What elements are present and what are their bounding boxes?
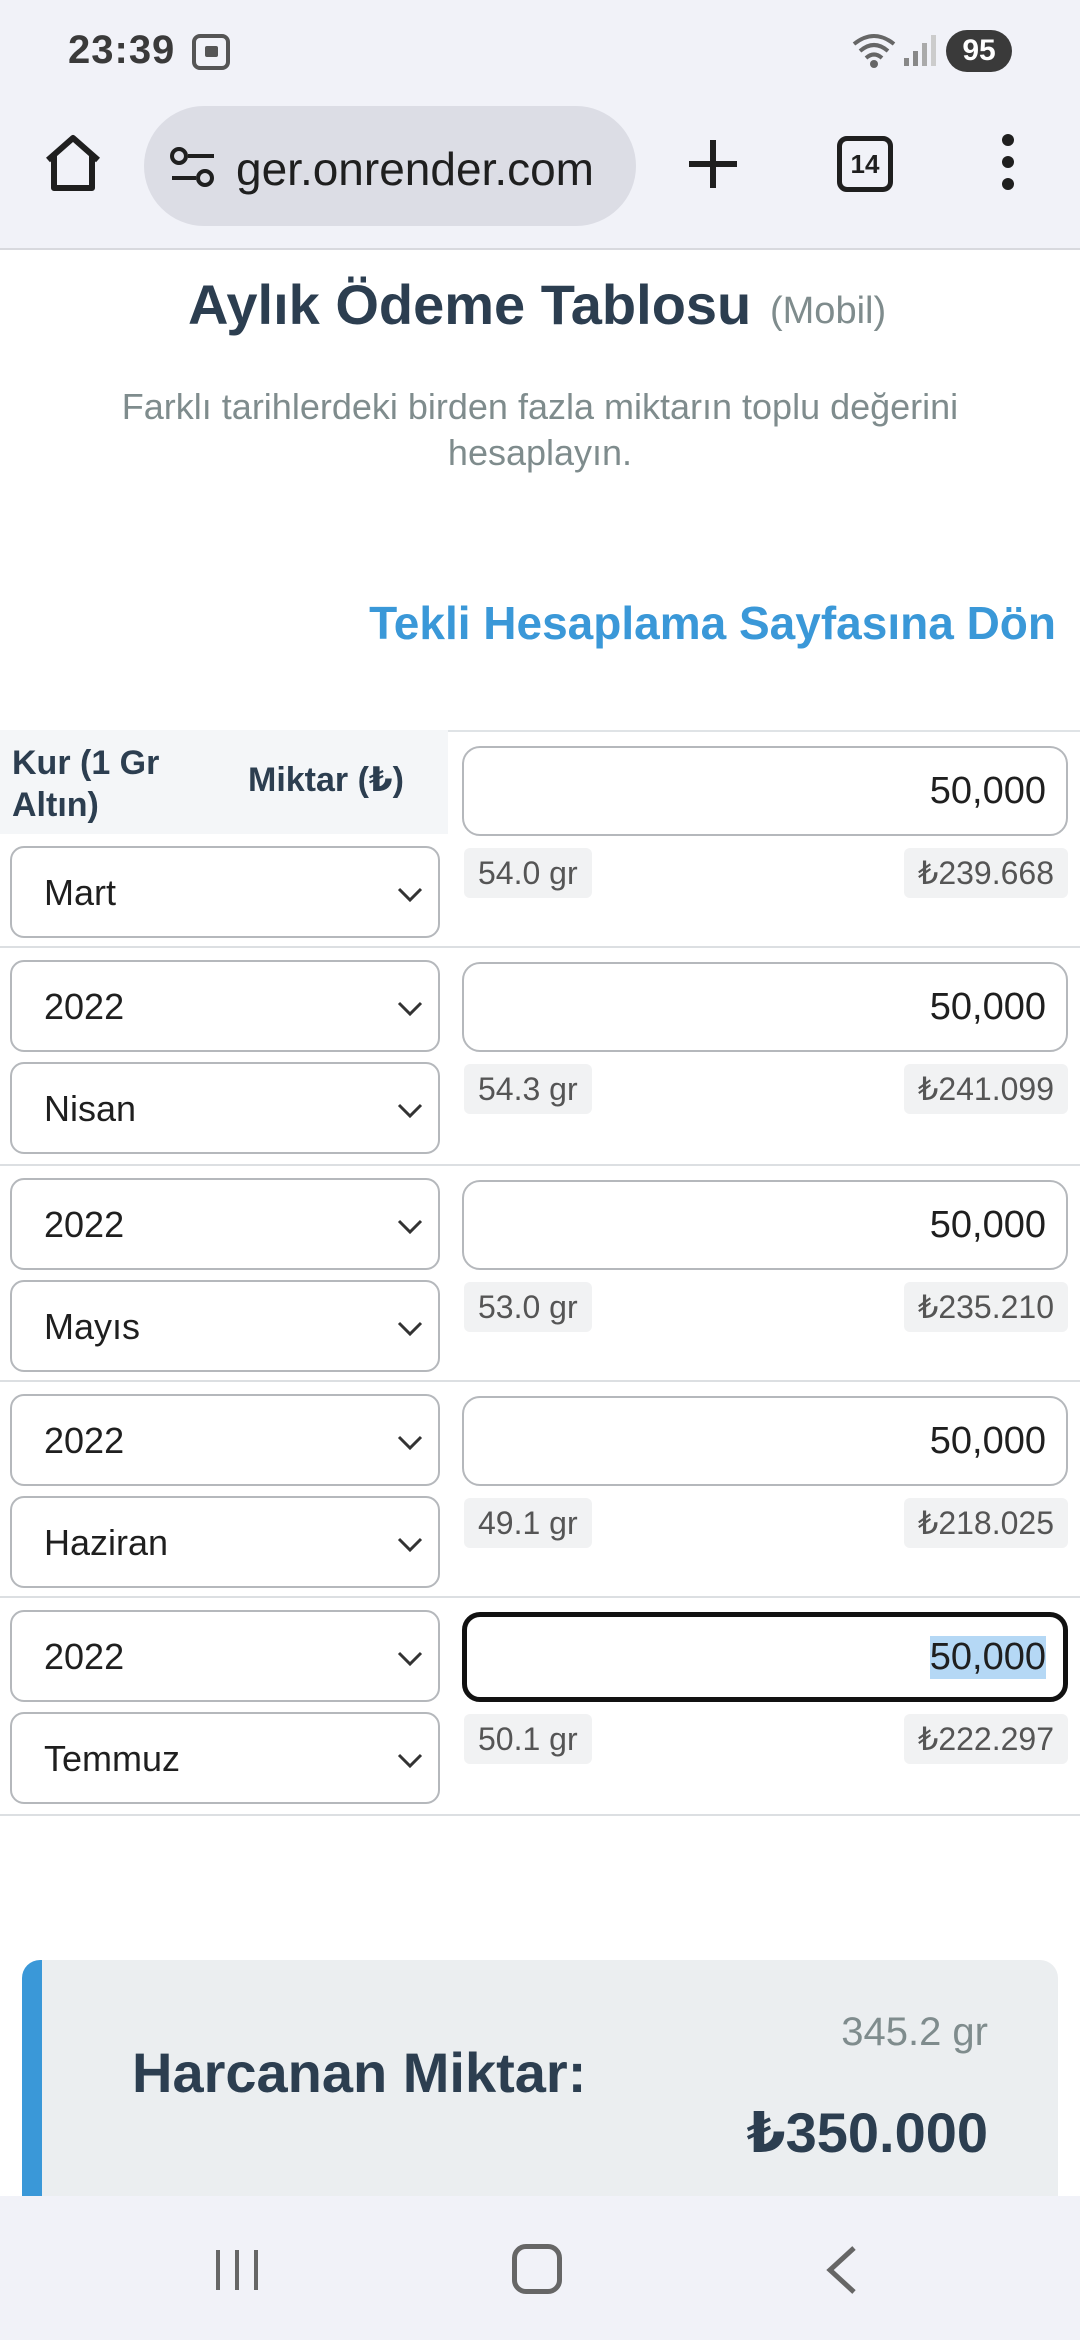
amount-input-focused[interactable]: 50,000 (462, 1612, 1068, 1702)
chevron-down-icon (397, 1651, 423, 1667)
grams-tag: 54.0 gr (464, 848, 592, 898)
table-row: Mart 50,000 54.0 gr ₺239.668 (0, 746, 1080, 948)
summary-total: ₺350.000 (746, 2101, 988, 2164)
signal-icon (904, 35, 936, 66)
header-rate: Kur (1 Gr Altın) (12, 744, 160, 824)
amount-input[interactable]: 50,000 (462, 962, 1068, 1052)
address-bar[interactable]: ger.onrender.com (144, 106, 636, 226)
navigation-bar (0, 2196, 1080, 2340)
screenshot-icon (192, 34, 230, 70)
amount-input[interactable]: 50,000 (462, 746, 1068, 836)
back-icon[interactable] (822, 2244, 862, 2296)
month-select[interactable]: Temmuz (10, 1712, 440, 1804)
new-tab-icon[interactable] (685, 136, 741, 192)
chevron-down-icon (397, 1753, 423, 1769)
chevron-down-icon (397, 1321, 423, 1337)
status-time: 23:39 (68, 28, 176, 72)
chevron-down-icon (397, 1001, 423, 1017)
value-tag: ₺241.099 (903, 1064, 1068, 1114)
grams-tag: 54.3 gr (464, 1064, 592, 1114)
recent-apps-icon[interactable] (212, 2246, 262, 2294)
chevron-down-icon (397, 887, 423, 903)
more-menu-icon[interactable] (990, 134, 1026, 196)
year-select[interactable]: 2022 (10, 1394, 440, 1486)
month-select[interactable]: Haziran (10, 1496, 440, 1588)
chevron-down-icon (397, 1537, 423, 1553)
page-title-badge: (Mobil) (770, 290, 887, 332)
url-text: ger.onrender.com (236, 143, 595, 195)
grams-tag: 50.1 gr (464, 1714, 592, 1764)
table-header: Kur (1 Gr Altın) Miktar (₺) (0, 730, 448, 834)
tab-switcher-button[interactable]: 14 (837, 136, 893, 192)
chevron-down-icon (397, 1435, 423, 1451)
month-select[interactable]: Mayıs (10, 1280, 440, 1372)
year-select[interactable]: 2022 (10, 1178, 440, 1270)
year-select[interactable]: 2022 (10, 960, 440, 1052)
month-select[interactable]: Nisan (10, 1062, 440, 1154)
table-row: 2022 Temmuz 50,000 50.1 gr ₺222.297 (0, 1598, 1080, 1816)
grams-tag: 49.1 gr (464, 1498, 592, 1548)
table-row: 2022 Haziran 50,000 49.1 gr ₺218.025 (0, 1382, 1080, 1598)
summary-label: Harcanan Miktar: (132, 2041, 587, 2104)
value-tag: ₺235.210 (903, 1282, 1068, 1332)
value-tag: ₺222.297 (903, 1714, 1068, 1764)
table-row: 2022 Mayıs 50,000 53.0 gr ₺235.210 (0, 1166, 1080, 1382)
page-description: Farklı tarihlerdeki birden fazla miktarı… (121, 386, 959, 473)
grams-tag: 53.0 gr (464, 1282, 592, 1332)
month-select[interactable]: Mart (10, 846, 440, 938)
amount-input[interactable]: 50,000 (462, 1396, 1068, 1486)
wifi-icon (852, 34, 896, 68)
table-row: 2022 Nisan 50,000 54.3 gr ₺241.099 (0, 948, 1080, 1166)
value-tag: ₺239.668 (903, 848, 1068, 898)
battery-badge: 95 (946, 30, 1012, 72)
amount-input[interactable]: 50,000 (462, 1180, 1068, 1270)
summary-grams: 345.2 gr (841, 2010, 988, 2054)
browser-toolbar: ger.onrender.com 14 (0, 100, 1080, 250)
chevron-down-icon (397, 1103, 423, 1119)
home-nav-icon[interactable] (512, 2244, 562, 2294)
status-bar: 23:39 95 (0, 0, 1080, 100)
back-to-single-calculation-link[interactable]: Tekli Hesaplama Sayfasına Dön (369, 596, 1056, 650)
header-amount: Miktar (₺) (248, 761, 404, 799)
value-tag: ₺218.025 (903, 1498, 1068, 1548)
site-settings-icon[interactable] (168, 146, 218, 190)
chevron-down-icon (397, 1219, 423, 1235)
home-icon[interactable] (40, 130, 106, 196)
page-title: Aylık Ödeme Tablosu (188, 273, 752, 336)
year-select[interactable]: 2022 (10, 1610, 440, 1702)
